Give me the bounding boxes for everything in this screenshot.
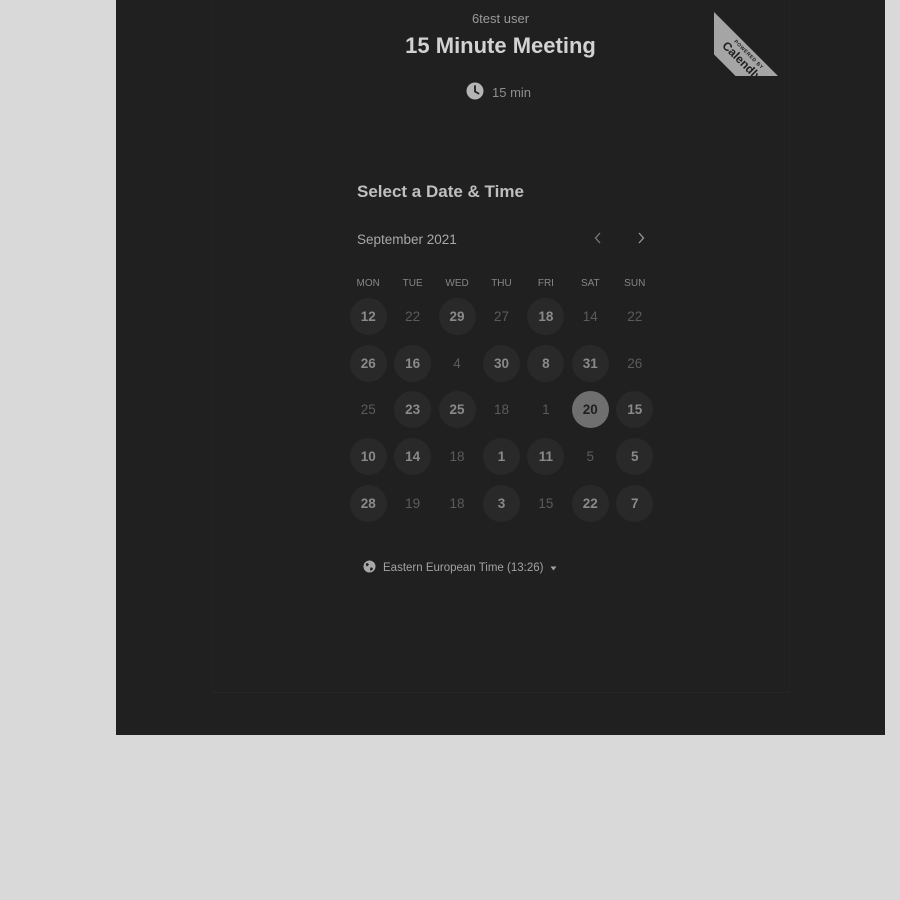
- duration-label: 15 min: [492, 84, 532, 100]
- available-date-button[interactable]: 30: [479, 340, 523, 387]
- date-number: 14: [582, 308, 598, 324]
- available-date-button[interactable]: 25: [435, 387, 479, 434]
- available-date-button[interactable]: 28: [346, 480, 390, 527]
- unavailable-date: 18: [479, 387, 523, 434]
- next-month-button[interactable]: [630, 229, 652, 251]
- section-title: Select a Date & Time: [357, 182, 524, 201]
- weekday-label: MON: [356, 278, 380, 289]
- available-date-button[interactable]: 31: [568, 340, 612, 387]
- date-number: 4: [453, 355, 461, 371]
- chevron-right-icon: [636, 231, 646, 249]
- clock-icon: [466, 82, 484, 103]
- weekday-label: WED: [445, 278, 469, 289]
- date-number: 12: [349, 297, 387, 335]
- unavailable-date: 4: [435, 340, 479, 387]
- date-number: 18: [449, 496, 465, 512]
- available-date-button[interactable]: 22: [568, 480, 612, 527]
- date-number: 29: [438, 297, 476, 335]
- available-date-button[interactable]: 11: [524, 433, 568, 480]
- available-date-button[interactable]: 5: [613, 433, 657, 480]
- date-number: 22: [571, 485, 609, 523]
- date-number: 18: [449, 449, 465, 465]
- available-date-button[interactable]: 10: [346, 433, 390, 480]
- available-date-button[interactable]: 15: [613, 387, 657, 434]
- available-date-button[interactable]: 14: [390, 433, 434, 480]
- available-date-button[interactable]: 29: [435, 293, 479, 340]
- date-number: 7: [616, 485, 654, 523]
- unavailable-date: 18: [435, 480, 479, 527]
- date-number: 18: [527, 297, 565, 335]
- date-number: 31: [571, 344, 609, 382]
- unavailable-date: 15: [524, 480, 568, 527]
- date-number: 22: [405, 308, 421, 324]
- weekday-label: FRI: [537, 278, 554, 289]
- host-name: 6test user: [471, 11, 530, 26]
- weekday-label: THU: [491, 278, 512, 289]
- weekday-header-row: MON TUE WED THU FRI SAT SUN: [346, 278, 656, 292]
- unavailable-date: 1: [524, 387, 568, 434]
- booking-panel: POWERED BY Calendly 6test user 15 Minute…: [116, 0, 885, 735]
- unavailable-date: 14: [568, 293, 612, 340]
- available-date-button[interactable]: 26: [346, 340, 390, 387]
- date-number: 14: [394, 438, 432, 476]
- calendar-grid: 12 22 29 27 18 14 22 26 16 4 30 8 31 26 25 23 25 18 1 20 15 1…: [346, 293, 656, 527]
- unavailable-date: 19: [390, 480, 434, 527]
- date-number: 18: [493, 402, 509, 418]
- date-number: 11: [527, 438, 565, 476]
- weekday-label: SAT: [580, 278, 600, 289]
- date-number: 23: [394, 391, 432, 429]
- unavailable-date: 22: [613, 293, 657, 340]
- event-title: 15 Minute Meeting: [405, 33, 596, 58]
- available-date-button[interactable]: 1: [479, 433, 523, 480]
- unavailable-date: 5: [568, 433, 612, 480]
- available-date-button[interactable]: 7: [613, 480, 657, 527]
- available-date-button[interactable]: 3: [479, 480, 523, 527]
- date-number: 26: [627, 355, 643, 371]
- timezone-label: Eastern European Time (13:26): [383, 562, 544, 574]
- unavailable-date: 25: [346, 387, 390, 434]
- date-number: 25: [438, 391, 476, 429]
- chevron-left-icon: [593, 231, 603, 249]
- date-number: 28: [349, 485, 387, 523]
- date-number: 15: [616, 391, 654, 429]
- previous-month-button[interactable]: [587, 229, 609, 251]
- available-date-button[interactable]: 23: [390, 387, 434, 434]
- date-number: 15: [538, 496, 554, 512]
- date-number: 16: [394, 344, 432, 382]
- date-number: 10: [349, 438, 387, 476]
- available-date-button[interactable]: 18: [524, 293, 568, 340]
- date-number: 5: [616, 438, 654, 476]
- month-label: September 2021: [357, 232, 457, 247]
- available-date-button[interactable]: 8: [524, 340, 568, 387]
- date-number: 3: [482, 485, 520, 523]
- timezone-selector[interactable]: Eastern European Time (13:26): [363, 559, 557, 577]
- weekday-label: SUN: [624, 278, 646, 289]
- available-date-button[interactable]: 12: [346, 293, 390, 340]
- date-number: 30: [482, 344, 520, 382]
- event-duration: 15 min: [466, 82, 531, 102]
- caret-down-icon: [550, 562, 557, 574]
- date-number: 20: [571, 391, 609, 429]
- date-number: 19: [405, 496, 421, 512]
- date-number: 27: [493, 308, 509, 324]
- date-number: 1: [482, 438, 520, 476]
- date-number: 22: [627, 308, 643, 324]
- date-number: 25: [360, 402, 376, 418]
- unavailable-date: 26: [613, 340, 657, 387]
- unavailable-date: 27: [479, 293, 523, 340]
- selected-date-button[interactable]: 20: [568, 387, 612, 434]
- date-number: 26: [349, 344, 387, 382]
- date-number: 5: [586, 449, 595, 465]
- unavailable-date: 18: [435, 433, 479, 480]
- date-number: 1: [542, 402, 550, 418]
- date-number: 8: [527, 344, 565, 382]
- unavailable-date: 22: [390, 293, 434, 340]
- available-date-button[interactable]: 16: [390, 340, 434, 387]
- globe-icon: [363, 560, 376, 576]
- weekday-label: TUE: [402, 278, 423, 289]
